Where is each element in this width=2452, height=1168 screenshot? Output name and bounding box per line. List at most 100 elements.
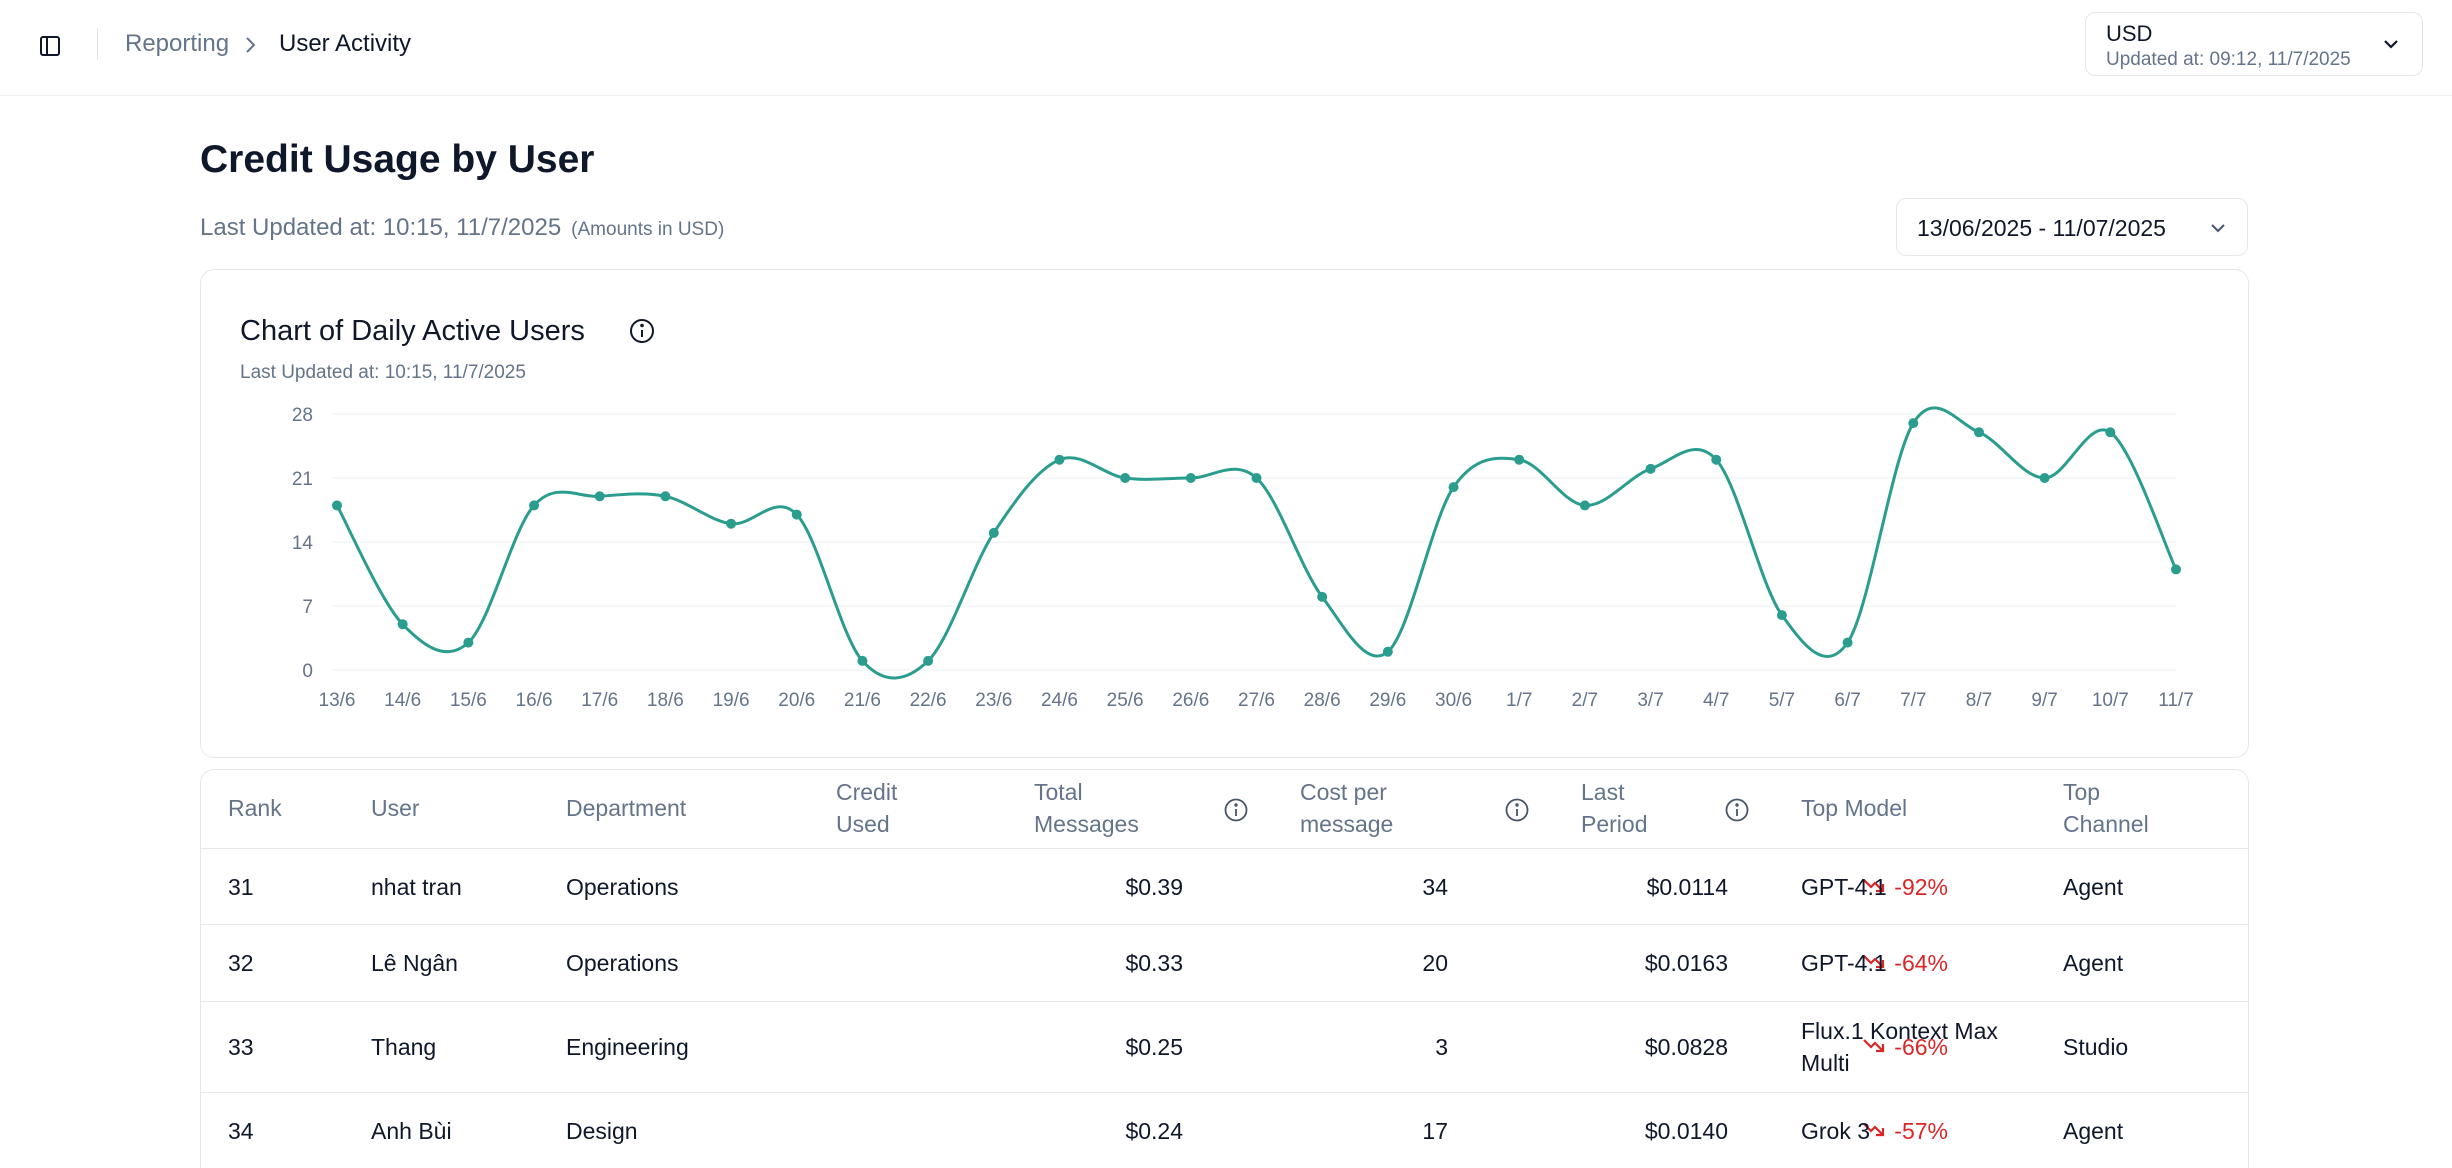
data-point [1645,463,1656,474]
y-tick-label: 21 [292,469,313,490]
x-tick-label: 29/6 [1369,690,1406,711]
x-tick-label: 3/7 [1637,690,1663,711]
data-point [594,491,605,502]
x-tick-label: 4/7 [1703,690,1729,711]
data-point [1842,637,1853,648]
info-icon[interactable] [1223,797,1249,823]
divider [201,1001,2248,1002]
x-tick-label: 23/6 [975,690,1012,711]
header-period-line2: Period [1581,811,1648,837]
cell-credit: $0.25 [1125,1034,1183,1060]
x-tick-label: 5/7 [1769,690,1795,711]
data-point [2171,564,2181,575]
cell-messages: 17 [1422,1118,1448,1144]
header-rank: Rank [228,795,282,821]
divider [201,924,2248,925]
cell-user: Lê Ngân [371,950,458,976]
data-point [463,637,474,648]
chevron-down-icon [2207,217,2229,239]
x-tick-label: 8/7 [1966,690,1992,711]
cell-top-channel: Agent [2063,950,2124,976]
data-point [1251,473,1262,483]
divider [97,28,98,60]
header-top-model: Top Model [1801,795,1908,821]
header-credit-line1: Credit [836,779,898,805]
x-tick-label: 6/7 [1834,690,1860,711]
header-channel-line2: Channel [2063,811,2149,837]
x-tick-label: 16/6 [516,690,553,711]
cell-messages: 3 [1435,1034,1448,1060]
header-messages-line2: Messages [1034,811,1139,837]
data-point [660,491,671,502]
header-credit-used: Credit Used [836,776,897,840]
cell-department: Design [566,1118,638,1144]
cell-top-channel: Agent [2063,1118,2124,1144]
cell-cost: $0.0140 [1644,1118,1728,1144]
date-range-picker[interactable]: 13/06/2025 - 11/07/2025 [1896,198,2248,256]
period-change: -57% [1894,1118,1948,1144]
data-point [1908,418,1919,429]
cell-messages: 20 [1422,950,1448,976]
x-tick-label: 20/6 [778,690,815,711]
x-tick-label: 26/6 [1172,690,1209,711]
breadcrumb-reporting[interactable]: Reporting [125,30,229,58]
header-top-channel: Top Channel [2063,776,2149,840]
currency-updated: Updated at: 09:12, 11/7/2025 [2106,49,2351,70]
x-tick-label: 17/6 [581,690,618,711]
data-point [1317,591,1328,602]
x-tick-label: 18/6 [647,690,684,711]
cell-top-model: Flux.1 Kontext Max Multi [1801,1015,1998,1079]
last-updated: Last Updated at: 10:15, 11/7/2025 (Amount… [200,214,724,242]
header-credit-line2: Used [836,811,890,837]
header-cost-per-message: Cost per message [1300,776,1393,840]
date-range-value: 13/06/2025 - 11/07/2025 [1917,215,2166,241]
x-tick-label: 28/6 [1304,690,1341,711]
page-title: Credit Usage by User [200,138,595,181]
y-tick-label: 28 [292,405,313,426]
data-point [923,655,934,666]
last-updated-text: Last Updated at: 10:15, 11/7/2025 [200,214,562,241]
currency-selector[interactable]: USD Updated at: 09:12, 11/7/2025 [2085,12,2423,76]
header-department: Department [566,795,687,821]
data-point [791,509,802,520]
data-point [1382,646,1393,657]
info-icon[interactable] [1724,797,1750,823]
cell-top-model: GPT-4.1 [1801,950,1887,976]
x-tick-label: 21/6 [844,690,881,711]
cell-department: Operations [566,950,679,976]
data-point [1776,610,1787,621]
header-cost-line1: Cost per [1300,779,1387,805]
data-point [857,655,868,666]
cell-top-model: Grok 3 [1801,1118,1871,1144]
cell-messages: 34 [1422,874,1448,900]
header-channel-line1: Top [2063,779,2101,805]
data-point [988,527,999,538]
header-cost-line2: message [1300,811,1394,837]
x-tick-label: 27/6 [1238,690,1275,711]
cell-top-model-line2: Multi [1801,1050,1850,1076]
sidebar-toggle-icon[interactable] [34,30,66,62]
cell-credit: $0.24 [1125,1118,1183,1144]
data-point [1448,482,1459,493]
x-tick-label: 11/7 [2158,690,2194,711]
breadcrumb-current: User Activity [279,30,412,57]
top-bar: Reporting User Activity USD Updated at: … [0,0,2452,96]
y-tick-label: 0 [302,661,313,682]
cell-rank: 32 [228,950,254,976]
daily-active-users-chart: 0 7 14 21 28 13/6 14/6 15/6 16/6 17/6 18/6 19/6 20/6… [292,405,2194,711]
data-point [1514,454,1525,465]
chevron-right-icon [240,32,262,58]
data-point [1185,473,1196,483]
info-icon[interactable] [1504,797,1530,823]
data-point [726,518,737,529]
header-total-messages: Total Messages [1034,776,1139,840]
cell-top-channel: Agent [2063,874,2124,900]
header-messages-line1: Total [1034,779,1083,805]
amounts-note: (Amounts in USD) [571,219,725,240]
chevron-down-icon [2380,33,2402,55]
cell-credit: $0.33 [1125,950,1183,976]
x-tick-label: 19/6 [713,690,750,711]
cell-credit: $0.39 [1125,874,1183,900]
y-tick-label: 7 [302,597,313,618]
x-tick-label: 30/6 [1435,690,1472,711]
